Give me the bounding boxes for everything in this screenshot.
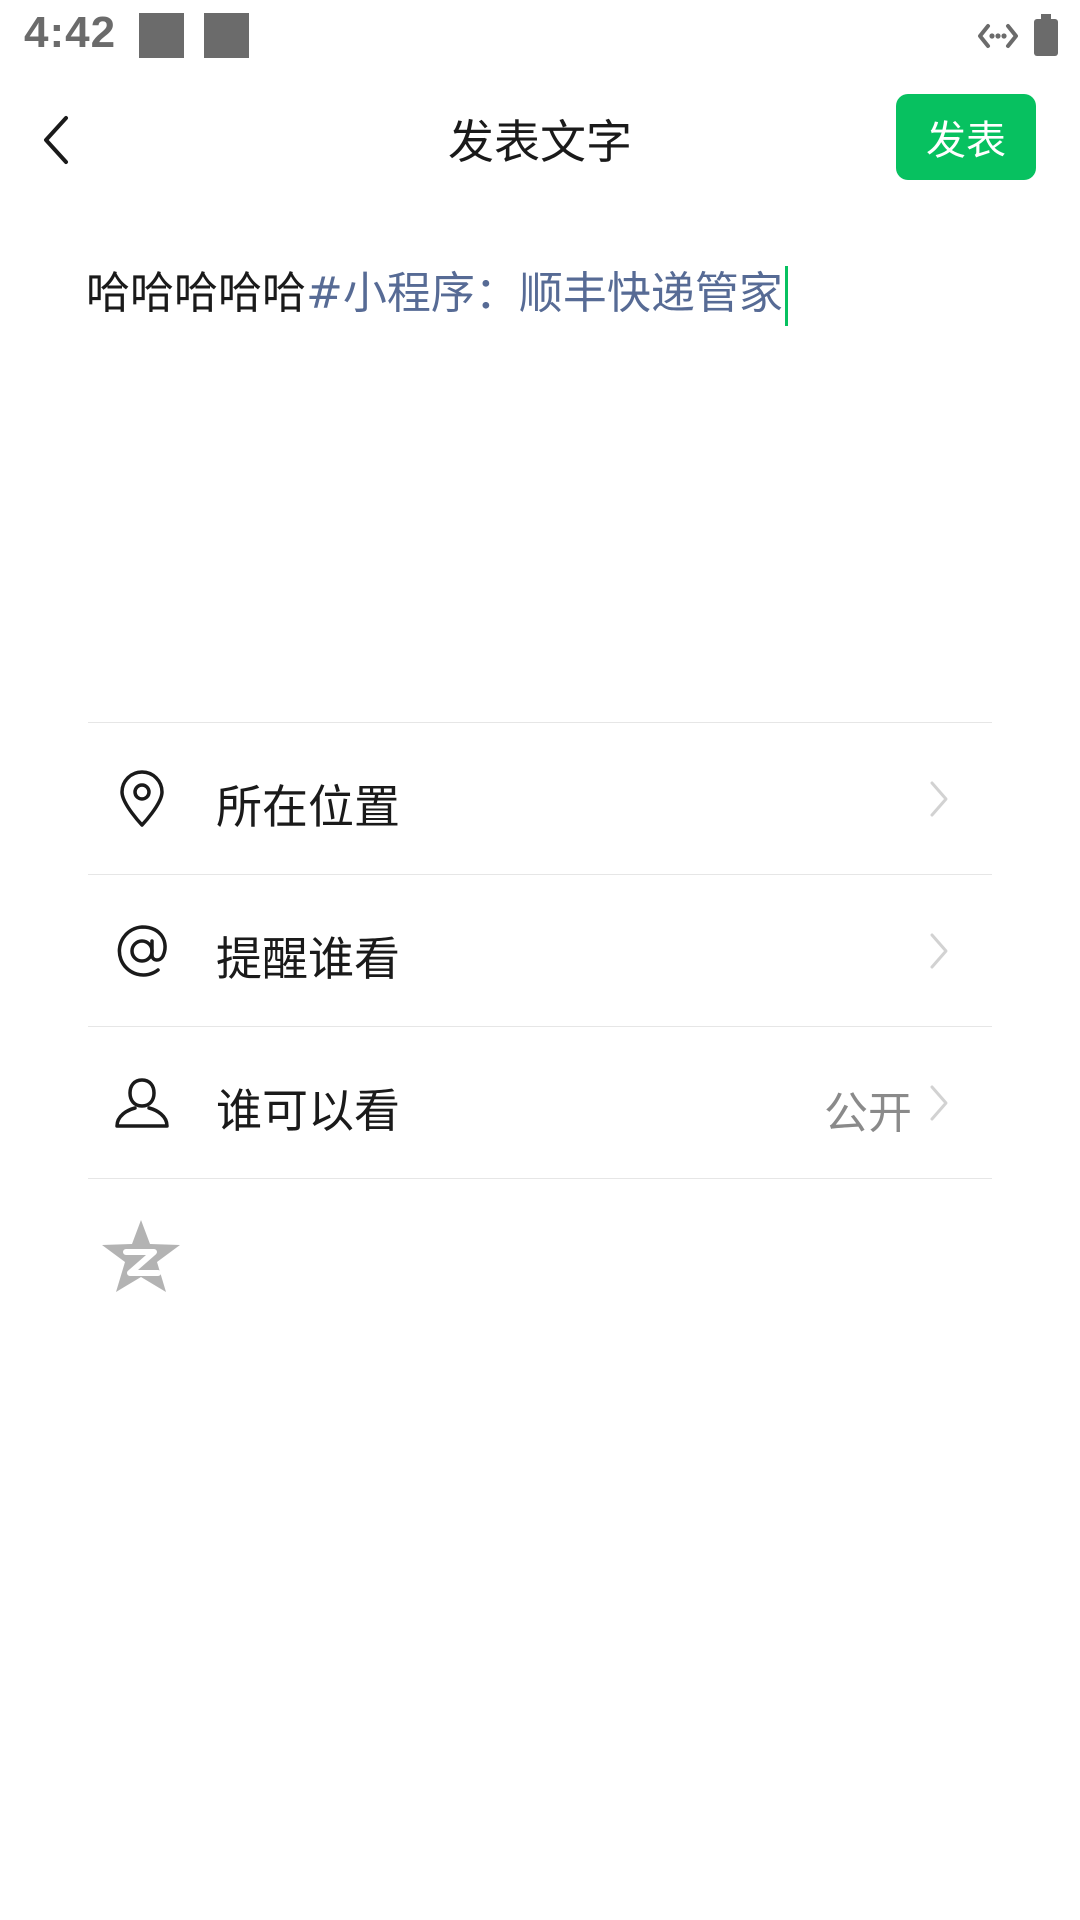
location-pin-icon: [112, 769, 172, 829]
options-list: 所在位置 提醒谁看 谁可以看 公开: [88, 722, 992, 1179]
notification-icon: [139, 13, 184, 58]
chevron-right-icon: [930, 933, 948, 969]
post-button-label: 发表: [926, 118, 1006, 164]
notification-icon: [204, 13, 249, 58]
option-label: 所在位置: [216, 780, 400, 834]
chevron-right-icon: [930, 781, 948, 817]
qzone-star-icon[interactable]: [100, 1218, 182, 1294]
option-remind[interactable]: 提醒谁看: [88, 875, 992, 1027]
status-bar: 4:42: [0, 0, 1080, 76]
person-icon: [112, 1073, 172, 1133]
option-value: 公开: [824, 1088, 912, 1139]
status-time: 4:42: [24, 8, 117, 57]
nav-bar: 发表文字 发表: [0, 76, 1080, 202]
option-location[interactable]: 所在位置: [88, 723, 992, 875]
post-button[interactable]: 发表: [896, 94, 1036, 180]
text-cursor: [784, 266, 788, 326]
option-visibility[interactable]: 谁可以看 公开: [88, 1027, 992, 1179]
mini-program-tag[interactable]: #小程序：顺丰快递管家: [306, 268, 783, 319]
data-transfer-icon: [978, 24, 1018, 48]
option-label: 谁可以看: [216, 1084, 400, 1138]
battery-icon: [1034, 14, 1058, 56]
composer-text: 哈哈哈哈哈: [86, 268, 306, 319]
option-label: 提醒谁看: [216, 932, 400, 986]
at-sign-icon: [112, 921, 172, 981]
chevron-right-icon: [930, 1085, 948, 1121]
composer-input[interactable]: 哈哈哈哈哈#小程序：顺丰快递管家: [86, 262, 986, 326]
